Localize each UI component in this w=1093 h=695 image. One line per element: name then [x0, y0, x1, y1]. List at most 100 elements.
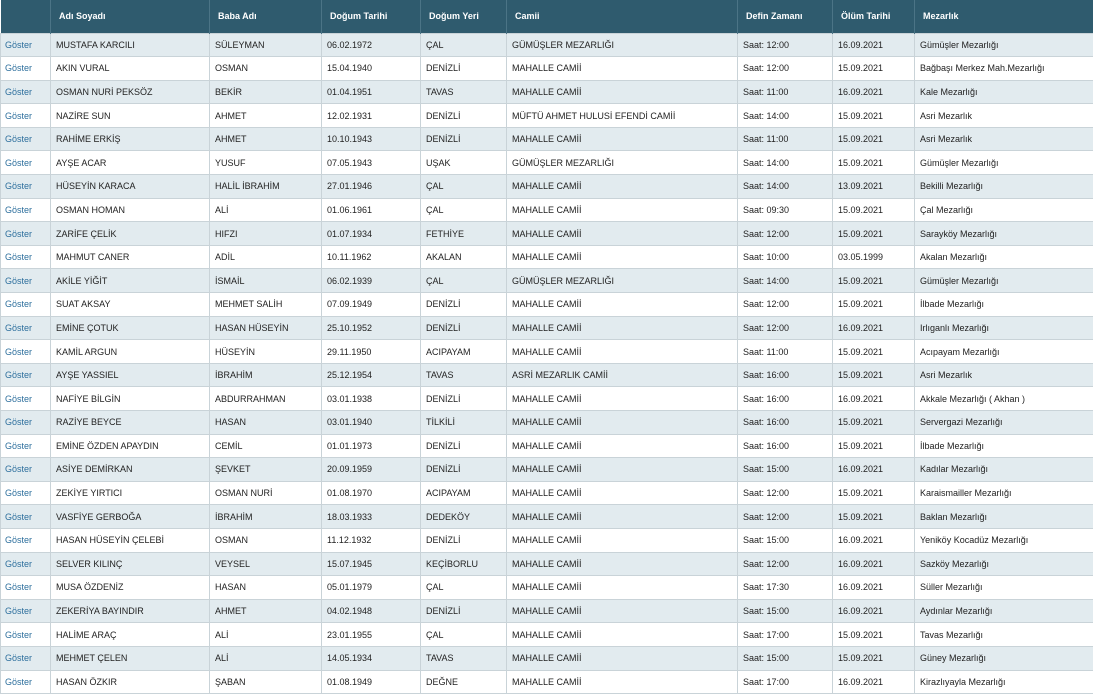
- cell-death-date: 16.09.2021: [832, 315, 915, 341]
- cell-birth-place: DEĞNE: [420, 669, 507, 695]
- table-row: Göster ZARİFE ÇELİK HIFZI 01.07.1934 FETHİYE…: [0, 221, 1093, 246]
- show-link[interactable]: Göster: [5, 63, 32, 73]
- cell-birth-place: DENİZLİ: [420, 527, 507, 553]
- cell-death-date: 16.09.2021: [832, 669, 915, 695]
- show-link[interactable]: Göster: [5, 417, 32, 427]
- cell-father-name: AHMET: [209, 103, 322, 128]
- show-link[interactable]: Göster: [5, 181, 32, 191]
- show-link[interactable]: Göster: [5, 630, 32, 640]
- cell-death-date: 15.09.2021: [832, 56, 915, 81]
- cell-death-date: 15.09.2021: [832, 362, 915, 388]
- cell-cemetery: Karaismailler Mezarlığı: [914, 480, 1093, 506]
- cell-cemetery: Akalan Mezarlığı: [914, 244, 1093, 270]
- cell-cemetery: Servergazi Mezarlığı: [914, 410, 1093, 435]
- cell-mosque: MAHALLE CAMİİ: [506, 645, 738, 671]
- cell-mosque: MAHALLE CAMİİ: [506, 315, 738, 341]
- show-link[interactable]: Göster: [5, 252, 32, 262]
- cell-cemetery: Sazköy Mezarlığı: [914, 551, 1093, 577]
- cell-death-date: 16.09.2021: [832, 386, 915, 411]
- show-link[interactable]: Göster: [5, 299, 32, 309]
- cell-cemetery: Baklan Mezarlığı: [914, 504, 1093, 529]
- cell-burial-time: Saat: 10:00: [737, 244, 833, 270]
- show-link[interactable]: Göster: [5, 229, 32, 239]
- cell-birth-place: DEDEKÖY: [420, 504, 507, 529]
- cell-death-date: 15.09.2021: [832, 221, 915, 246]
- cell-cemetery: Kadılar Mezarlığı: [914, 457, 1093, 482]
- cell-mosque: MAHALLE CAMİİ: [506, 598, 738, 624]
- show-link[interactable]: Göster: [5, 653, 32, 663]
- show-link[interactable]: Göster: [5, 559, 32, 569]
- cell-death-date: 15.09.2021: [832, 339, 915, 364]
- show-link[interactable]: Göster: [5, 40, 32, 50]
- show-link[interactable]: Göster: [5, 205, 32, 215]
- show-link[interactable]: Göster: [5, 677, 32, 687]
- show-link[interactable]: Göster: [5, 347, 32, 357]
- cell-mosque: MAHALLE CAMİİ: [506, 433, 738, 459]
- cell-birth-date: 15.07.1945: [321, 551, 421, 577]
- show-link[interactable]: Göster: [5, 158, 32, 168]
- cell-mosque: MAHALLE CAMİİ: [506, 126, 738, 152]
- cell-burial-time: Saat: 09:30: [737, 197, 833, 223]
- cell-cemetery: Sarayköy Mezarlığı: [914, 221, 1093, 246]
- cell-burial-time: Saat: 15:00: [737, 645, 833, 671]
- table-row: Göster KAMİL ARGUN HÜSEYİN 29.11.1950 ACIPAY…: [0, 339, 1093, 364]
- cell-father-name: İBRAHİM: [209, 504, 322, 529]
- cell-burial-time: Saat: 14:00: [737, 174, 833, 199]
- cell-cemetery: Tavas Mezarlığı: [914, 622, 1093, 647]
- cell-father-name: AHMET: [209, 598, 322, 624]
- cell-mosque: MAHALLE CAMİİ: [506, 504, 738, 529]
- show-cell: Göster: [0, 598, 51, 624]
- table-row: Göster ZEKİYE YIRTICI OSMAN NURİ 01.08.1970…: [0, 480, 1093, 506]
- table-row: Göster RAZİYE BEYCE HASAN 03.01.1940 TİLKİLİ…: [0, 410, 1093, 435]
- table-row: Göster HÜSEYİN KARACA HALİL İBRAHİM 27.01.1…: [0, 174, 1093, 199]
- cell-burial-time: Saat: 16:00: [737, 362, 833, 388]
- cell-death-date: 16.09.2021: [832, 79, 915, 105]
- show-link[interactable]: Göster: [5, 488, 32, 498]
- cell-birth-place: TAVAS: [420, 79, 507, 105]
- cell-birth-place: DENİZLİ: [420, 386, 507, 411]
- show-cell: Göster: [0, 103, 51, 128]
- cell-cemetery: Gümüşler Mezarlığı: [914, 32, 1093, 58]
- show-link[interactable]: Göster: [5, 464, 32, 474]
- cell-burial-time: Saat: 14:00: [737, 150, 833, 176]
- cell-mosque: GÜMÜŞLER MEZARLIĞI: [506, 150, 738, 176]
- table-row: Göster MAHMUT CANER ADİL 10.11.1962 AKALAN MA…: [0, 244, 1093, 270]
- show-link[interactable]: Göster: [5, 606, 32, 616]
- cell-birth-date: 25.10.1952: [321, 315, 421, 341]
- cell-death-date: 15.09.2021: [832, 150, 915, 176]
- show-cell: Göster: [0, 244, 51, 270]
- show-cell: Göster: [0, 126, 51, 152]
- show-link[interactable]: Göster: [5, 276, 32, 286]
- cell-death-date: 16.09.2021: [832, 527, 915, 553]
- show-cell: Göster: [0, 669, 51, 695]
- death-records-table: Adı Soyadı Baba Adı Doğum Tarihi Doğum Y…: [0, 0, 1093, 695]
- cell-full-name: MUSA ÖZDENİZ: [50, 575, 210, 600]
- show-link[interactable]: Göster: [5, 582, 32, 592]
- cell-death-date: 15.09.2021: [832, 504, 915, 529]
- cell-birth-date: 12.02.1931: [321, 103, 421, 128]
- cell-cemetery: Gümüşler Mezarlığı: [914, 150, 1093, 176]
- show-cell: Göster: [0, 504, 51, 529]
- cell-death-date: 03.05.1999: [832, 244, 915, 270]
- cell-full-name: AYŞE ACAR: [50, 150, 210, 176]
- cell-father-name: CEMİL: [209, 433, 322, 459]
- show-link[interactable]: Göster: [5, 535, 32, 545]
- cell-father-name: VEYSEL: [209, 551, 322, 577]
- show-link[interactable]: Göster: [5, 512, 32, 522]
- show-cell: Göster: [0, 410, 51, 435]
- show-link[interactable]: Göster: [5, 441, 32, 451]
- show-cell: Göster: [0, 575, 51, 600]
- table-row: Göster OSMAN NURİ PEKSÖZ BEKİR 01.04.1951 TA…: [0, 79, 1093, 105]
- cell-burial-time: Saat: 15:00: [737, 457, 833, 482]
- show-link[interactable]: Göster: [5, 87, 32, 97]
- cell-birth-place: DENİZLİ: [420, 457, 507, 482]
- cell-birth-place: DENİZLİ: [420, 126, 507, 152]
- show-link[interactable]: Göster: [5, 323, 32, 333]
- show-link[interactable]: Göster: [5, 370, 32, 380]
- show-link[interactable]: Göster: [5, 394, 32, 404]
- table-row: Göster HALİME ARAÇ ALİ 23.01.1955 ÇAL MAHALLE…: [0, 622, 1093, 647]
- header-burial-time: Defin Zamanı: [737, 0, 833, 33]
- show-cell: Göster: [0, 645, 51, 671]
- show-link[interactable]: Göster: [5, 111, 32, 121]
- show-link[interactable]: Göster: [5, 134, 32, 144]
